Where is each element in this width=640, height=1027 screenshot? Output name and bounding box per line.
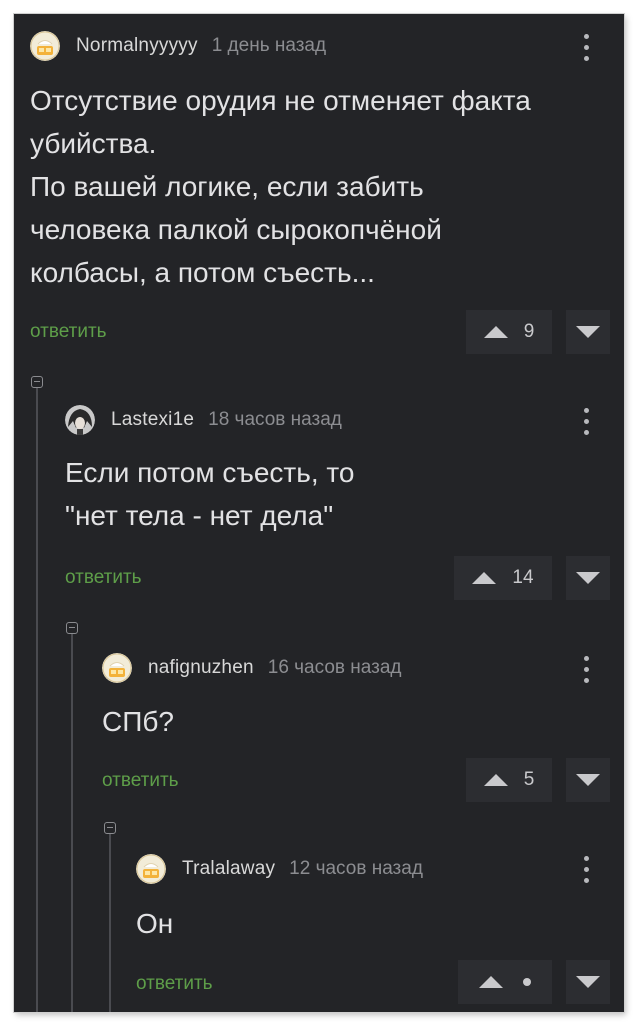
comment-text-line: Он bbox=[136, 908, 174, 939]
comment-text: Если потом съесть, то "нет тела - нет де… bbox=[65, 451, 354, 537]
upvote-button[interactable]: 14 bbox=[454, 556, 552, 600]
comment-text-line: "нет тела - нет дела" bbox=[65, 500, 334, 531]
arrow-down-icon bbox=[576, 572, 600, 584]
rating-count: 5 bbox=[523, 769, 535, 790]
comment-text-line: По вашей логике, если забить bbox=[30, 171, 424, 202]
comment-time: 12 часов назад bbox=[289, 858, 423, 879]
thread-line-2[interactable] bbox=[71, 634, 73, 1012]
upvote-button[interactable] bbox=[458, 960, 552, 1004]
downvote-button[interactable] bbox=[566, 960, 610, 1004]
comment-header: Tralalaway 12 часов назад bbox=[136, 854, 423, 884]
reply-button[interactable]: ответить bbox=[136, 973, 213, 995]
comment-time: 1 день назад bbox=[211, 35, 327, 56]
comment-header: Normalnyyyyy 1 день назад bbox=[30, 31, 326, 61]
comment-time: 16 часов назад bbox=[267, 657, 402, 678]
cartoon-avatar-icon[interactable] bbox=[136, 854, 166, 884]
comment-text-line: СПб? bbox=[102, 706, 174, 737]
comment-text: Он bbox=[136, 902, 173, 945]
comment-text-line: человека палкой сырокопчёной bbox=[30, 214, 442, 245]
rating-hidden-dot-icon bbox=[523, 978, 531, 986]
more-options-icon[interactable] bbox=[584, 34, 590, 61]
collapse-thread-3-icon[interactable] bbox=[104, 822, 116, 834]
rating-count: 14 bbox=[512, 567, 534, 588]
collapse-thread-1-icon[interactable] bbox=[31, 376, 43, 388]
author-name[interactable]: Lastexi1e bbox=[111, 409, 194, 431]
reply-button[interactable]: ответить bbox=[30, 321, 107, 343]
thread-line-1[interactable] bbox=[36, 388, 38, 1012]
downvote-button[interactable] bbox=[566, 556, 610, 600]
more-options-icon[interactable] bbox=[584, 408, 590, 435]
arrow-down-icon bbox=[576, 774, 600, 786]
author-name[interactable]: Tralalaway bbox=[182, 858, 275, 880]
comments-panel: Normalnyyyyy 1 день назад Отсутствие ору… bbox=[14, 14, 624, 1012]
comment-text-line: Если потом съесть, то bbox=[65, 457, 355, 488]
comment-header: Lastexi1e 18 часов назад bbox=[65, 405, 342, 435]
author-name[interactable]: nafignuzhen bbox=[148, 657, 254, 679]
arrow-up-icon bbox=[483, 326, 508, 338]
comment-text: Отсутствие орудия не отменяет факта убий… bbox=[30, 79, 531, 294]
thread-line-3[interactable] bbox=[109, 834, 111, 1012]
reply-button[interactable]: ответить bbox=[65, 567, 142, 589]
comment-text-line: убийства. bbox=[30, 128, 157, 159]
upvote-button[interactable]: 5 bbox=[466, 758, 552, 802]
cartoon-avatar-icon[interactable] bbox=[30, 31, 60, 61]
anime-avatar-icon[interactable] bbox=[65, 405, 95, 435]
arrow-up-icon bbox=[483, 774, 508, 786]
arrow-down-icon bbox=[576, 976, 600, 988]
upvote-button[interactable]: 9 bbox=[466, 310, 552, 354]
cartoon-avatar-icon[interactable] bbox=[102, 653, 132, 683]
reply-button[interactable]: ответить bbox=[102, 770, 179, 792]
more-options-icon[interactable] bbox=[584, 856, 590, 883]
comment-time: 18 часов назад bbox=[208, 409, 342, 430]
arrow-up-icon bbox=[472, 572, 497, 584]
comment-text: СПб? bbox=[102, 700, 174, 743]
comment-text-line: Отсутствие орудия не отменяет факта bbox=[30, 85, 531, 116]
arrow-up-icon bbox=[479, 976, 503, 988]
collapse-thread-2-icon[interactable] bbox=[66, 622, 78, 634]
comment-header: nafignuzhen 16 часов назад bbox=[102, 653, 402, 683]
more-options-icon[interactable] bbox=[584, 656, 590, 683]
rating-count: 9 bbox=[523, 321, 535, 342]
author-name[interactable]: Normalnyyyyy bbox=[76, 35, 198, 57]
downvote-button[interactable] bbox=[566, 758, 610, 802]
downvote-button[interactable] bbox=[566, 310, 610, 354]
arrow-down-icon bbox=[576, 326, 600, 338]
comment-text-line: колбасы, а потом съесть... bbox=[30, 257, 375, 288]
